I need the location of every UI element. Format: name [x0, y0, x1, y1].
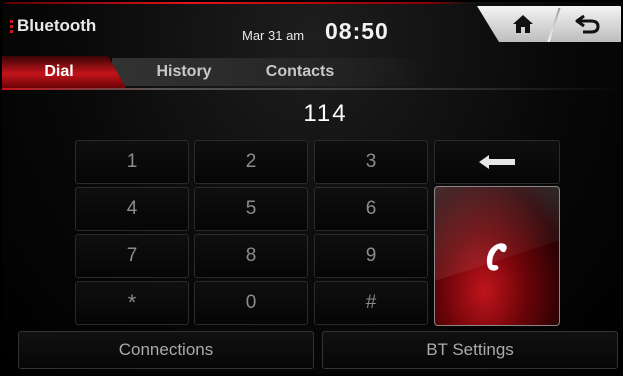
key-7[interactable]: 7 — [75, 234, 189, 278]
nav-buttons — [477, 6, 621, 42]
home-icon — [513, 15, 533, 33]
key-hash-label: # — [365, 292, 377, 313]
call-button[interactable] — [434, 186, 560, 326]
key-star-label: * — [127, 290, 137, 315]
tab-contacts-label: Contacts — [265, 63, 335, 80]
key-9[interactable]: 9 — [314, 234, 428, 278]
key-0[interactable]: 0 — [194, 281, 308, 325]
bt-settings-button[interactable]: BT Settings — [322, 331, 618, 369]
tab-history-label: History — [156, 63, 212, 80]
top-accent-line — [2, 2, 472, 4]
date-display: Mar 31 am — [242, 28, 305, 43]
key-hash[interactable]: # — [314, 281, 428, 325]
key-1-label: 1 — [126, 151, 138, 172]
bt-settings-label: BT Settings — [426, 340, 514, 359]
menu-dots-icon — [10, 19, 13, 33]
top-bar: Bluetooth Mar 31 am 08:50 — [2, 2, 621, 52]
key-5-label: 5 — [245, 198, 257, 219]
connections-label: Connections — [118, 340, 214, 359]
dialed-number-display: 114 — [303, 100, 348, 127]
key-3-label: 3 — [365, 151, 377, 172]
key-6[interactable]: 6 — [314, 187, 428, 231]
tab-dial-label: Dial — [44, 63, 74, 80]
backspace-arrow-icon — [479, 155, 515, 169]
key-1[interactable]: 1 — [75, 140, 189, 184]
phone-handset-icon — [486, 243, 507, 271]
key-0-label: 0 — [245, 292, 257, 313]
key-8-label: 8 — [245, 245, 257, 266]
key-3[interactable]: 3 — [314, 140, 428, 184]
connections-button[interactable]: Connections — [18, 331, 314, 369]
back-arrow-icon — [575, 14, 600, 34]
tab-bar: Dial History Contacts — [2, 56, 621, 90]
key-2-label: 2 — [245, 151, 257, 172]
app-title: Bluetooth — [10, 16, 96, 36]
key-9-label: 9 — [365, 245, 377, 266]
key-2[interactable]: 2 — [194, 140, 308, 184]
back-button[interactable] — [557, 6, 619, 42]
tab-contacts[interactable]: Contacts — [242, 56, 358, 88]
bluetooth-dial-screen: Bluetooth Mar 31 am 08:50 Dial History C… — [2, 2, 621, 374]
key-6-label: 6 — [365, 198, 377, 219]
key-5[interactable]: 5 — [194, 187, 308, 231]
home-button[interactable] — [492, 6, 554, 42]
tab-underline — [2, 88, 621, 90]
key-4-label: 4 — [126, 198, 138, 219]
key-star[interactable]: * — [75, 281, 189, 325]
key-7-label: 7 — [126, 245, 138, 266]
tab-dial[interactable]: Dial — [2, 56, 126, 88]
app-title-label: Bluetooth — [17, 16, 97, 35]
tab-history[interactable]: History — [126, 56, 242, 88]
time-display: 08:50 — [325, 18, 389, 44]
key-4[interactable]: 4 — [75, 187, 189, 231]
key-8[interactable]: 8 — [194, 234, 308, 278]
backspace-button[interactable] — [434, 140, 560, 184]
